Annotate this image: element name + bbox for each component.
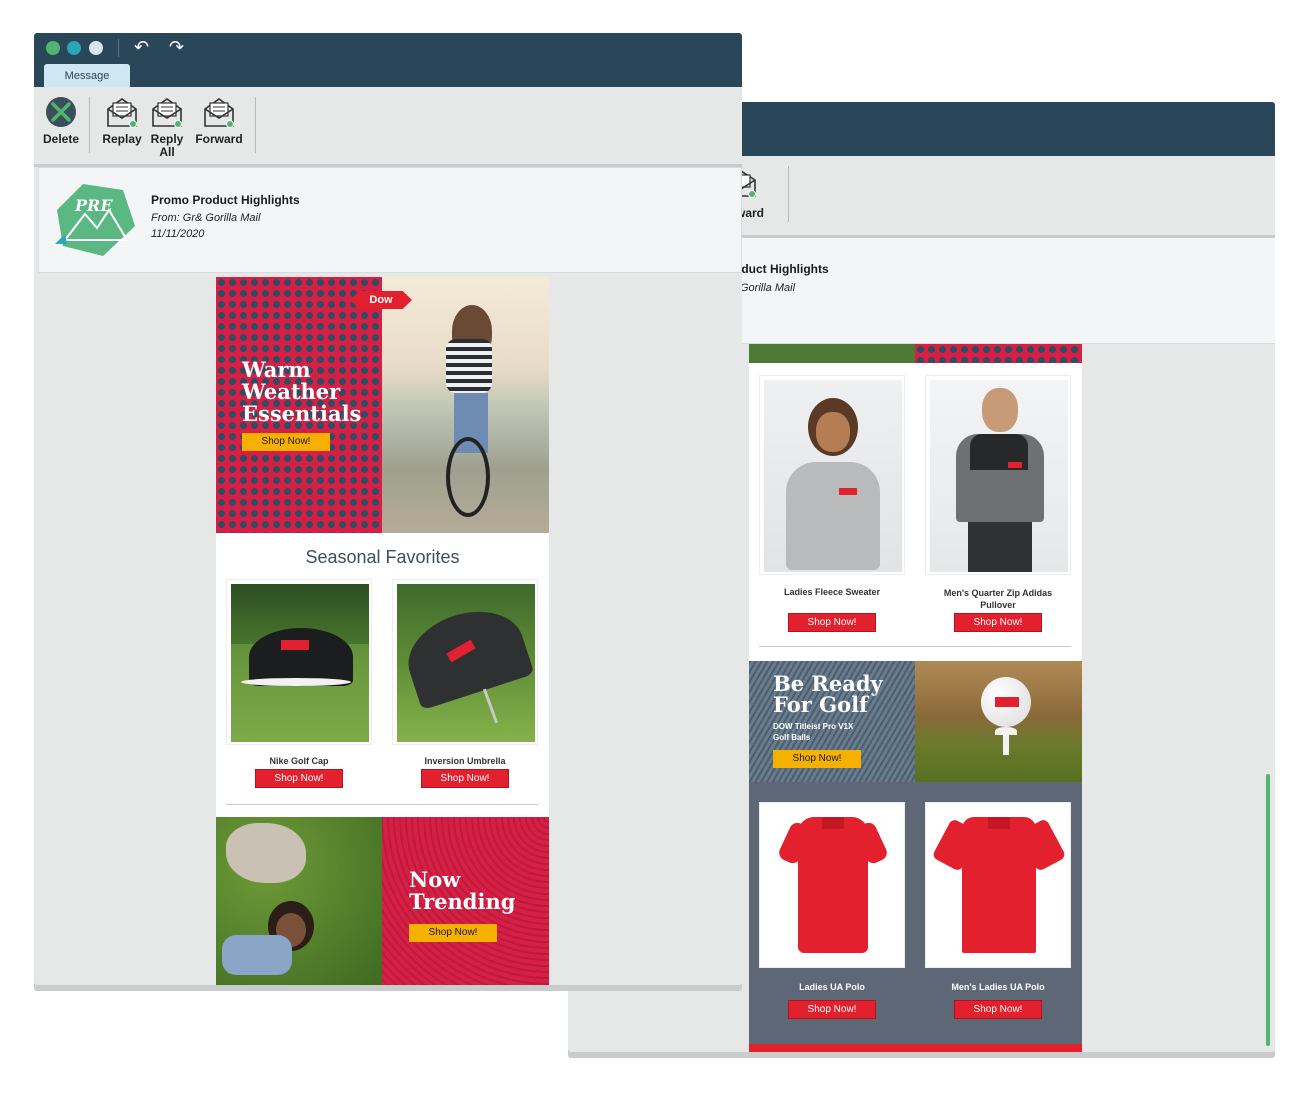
scrollbar[interactable] xyxy=(1266,774,1270,1046)
product-image-umbrella xyxy=(397,584,535,742)
message-body[interactable]: Dow Warm Weather Essentials Shop Now! Se… xyxy=(34,273,742,985)
bicycle-wheel xyxy=(446,437,490,517)
message-title: oduct Highlights xyxy=(734,262,829,276)
window-minimize-button[interactable] xyxy=(67,41,81,55)
email-content: Ladies Fleece Sweater Shop Now! Men's Qu… xyxy=(749,344,1082,1052)
product-card[interactable] xyxy=(925,802,1071,968)
ribbon-divider xyxy=(788,166,789,222)
golf-subtitle: DOW Titleist Pro V1X Golf Balls xyxy=(773,722,854,742)
tab-message[interactable]: Message xyxy=(44,64,130,88)
golf-tee xyxy=(995,727,1017,735)
titlebar-divider xyxy=(118,39,119,57)
reply-all-button[interactable]: Reply All xyxy=(142,95,192,159)
reply-all-icon xyxy=(152,98,182,128)
reply-icon xyxy=(107,98,137,128)
trending-banner-photo xyxy=(216,817,382,985)
hero-banner[interactable]: Dow Warm Weather Essentials Shop Now! xyxy=(216,277,549,533)
product-name: Inversion Umbrella xyxy=(424,756,506,766)
product-name: Nike Golf Cap xyxy=(269,756,329,766)
product-image-ladies-polo xyxy=(776,817,890,955)
product-name: Ladies UA Polo xyxy=(799,982,865,992)
reply-button[interactable]: Replay xyxy=(97,95,147,146)
window-close-button[interactable] xyxy=(46,41,60,55)
dow-logo xyxy=(281,640,309,650)
ribbon-divider xyxy=(89,97,90,153)
product-image-golf-cap xyxy=(231,584,369,742)
polo-section: Ladies UA Polo Shop Now! Men's Ladies UA… xyxy=(749,782,1082,1044)
forward-icon xyxy=(204,98,234,128)
email-content: Dow Warm Weather Essentials Shop Now! Se… xyxy=(216,277,549,985)
shop-now-button[interactable]: Shop Now! xyxy=(954,613,1042,632)
banner-strip xyxy=(749,344,915,363)
hero-title: Warm Weather Essentials xyxy=(242,357,362,426)
message-window-front: ↶ ↷ Message Delete Replay Reply All Forw… xyxy=(34,33,742,985)
message-from: Gorilla Mail xyxy=(740,282,796,294)
golf-banner-photo xyxy=(915,661,1082,782)
shop-now-button[interactable]: Shop Now! xyxy=(421,769,509,788)
shop-now-button[interactable]: Shop Now! xyxy=(255,769,343,788)
product-name: Men's Quarter Zip Adidas Pullover xyxy=(943,588,1053,610)
reply-label: Replay xyxy=(102,132,142,146)
dow-logo xyxy=(1008,462,1022,468)
dow-logo xyxy=(995,697,1019,707)
delete-label: Delete xyxy=(42,132,80,146)
delete-button[interactable]: Delete xyxy=(36,95,86,146)
sender-logo: PRE xyxy=(53,180,137,260)
shop-now-button[interactable]: Shop Now! xyxy=(409,924,497,942)
message-date: 11/11/2020 xyxy=(151,228,205,240)
shop-now-button[interactable]: Shop Now! xyxy=(773,750,861,768)
ribbon-divider xyxy=(255,97,256,153)
dog-figure xyxy=(226,823,306,883)
dow-logo: Dow xyxy=(350,291,412,309)
product-card[interactable] xyxy=(226,579,372,745)
section-title: Seasonal Favorites xyxy=(305,547,460,567)
message-from: From: Gr& Gorilla Mail xyxy=(151,212,261,224)
reply-all-label: Reply All xyxy=(150,132,184,159)
shop-now-button[interactable]: Shop Now! xyxy=(788,1000,876,1019)
forward-button[interactable]: Forward xyxy=(189,95,249,146)
product-image-mens-polo xyxy=(931,817,1067,955)
product-name: Men's Ladies UA Polo xyxy=(951,982,1045,992)
product-card[interactable] xyxy=(392,579,538,745)
footer-strip xyxy=(749,1044,1082,1052)
titlebar: ↶ ↷ Message xyxy=(34,33,742,88)
golf-banner[interactable]: Be Ready For Golf DOW Titleist Pro V1X G… xyxy=(749,661,1082,782)
product-image-sweater xyxy=(764,380,902,572)
undo-icon[interactable]: ↶ xyxy=(134,37,149,58)
hero-banner-photo xyxy=(382,277,549,533)
sender-logo-text: PRE xyxy=(75,196,113,215)
trending-title: Now Trending xyxy=(409,867,516,914)
product-card[interactable] xyxy=(759,802,905,968)
shop-now-button[interactable]: Shop Now! xyxy=(954,1000,1042,1019)
trending-banner[interactable]: Now Trending Shop Now! xyxy=(216,817,549,985)
divider xyxy=(226,804,538,805)
banner-strip-pattern xyxy=(915,344,1082,363)
product-card[interactable] xyxy=(925,375,1071,575)
shop-now-button[interactable]: Shop Now! xyxy=(242,433,330,451)
ribbon-toolbar: Delete Replay Reply All Forward xyxy=(34,87,742,167)
window-zoom-button[interactable] xyxy=(89,41,103,55)
delete-icon xyxy=(46,97,76,127)
golf-title: Be Ready For Golf xyxy=(773,671,883,717)
message-title: Promo Product Highlights xyxy=(151,193,300,207)
product-card[interactable] xyxy=(759,375,905,575)
shop-now-button[interactable]: Shop Now! xyxy=(788,613,876,632)
product-image-pullover xyxy=(930,380,1068,572)
divider xyxy=(759,646,1071,647)
message-header: PRE Promo Product Highlights From: Gr& G… xyxy=(38,167,742,273)
dow-logo xyxy=(839,488,857,495)
forward-label: Forward xyxy=(195,132,243,146)
redo-icon[interactable]: ↷ xyxy=(169,37,184,58)
product-name: Ladies Fleece Sweater xyxy=(783,587,881,597)
